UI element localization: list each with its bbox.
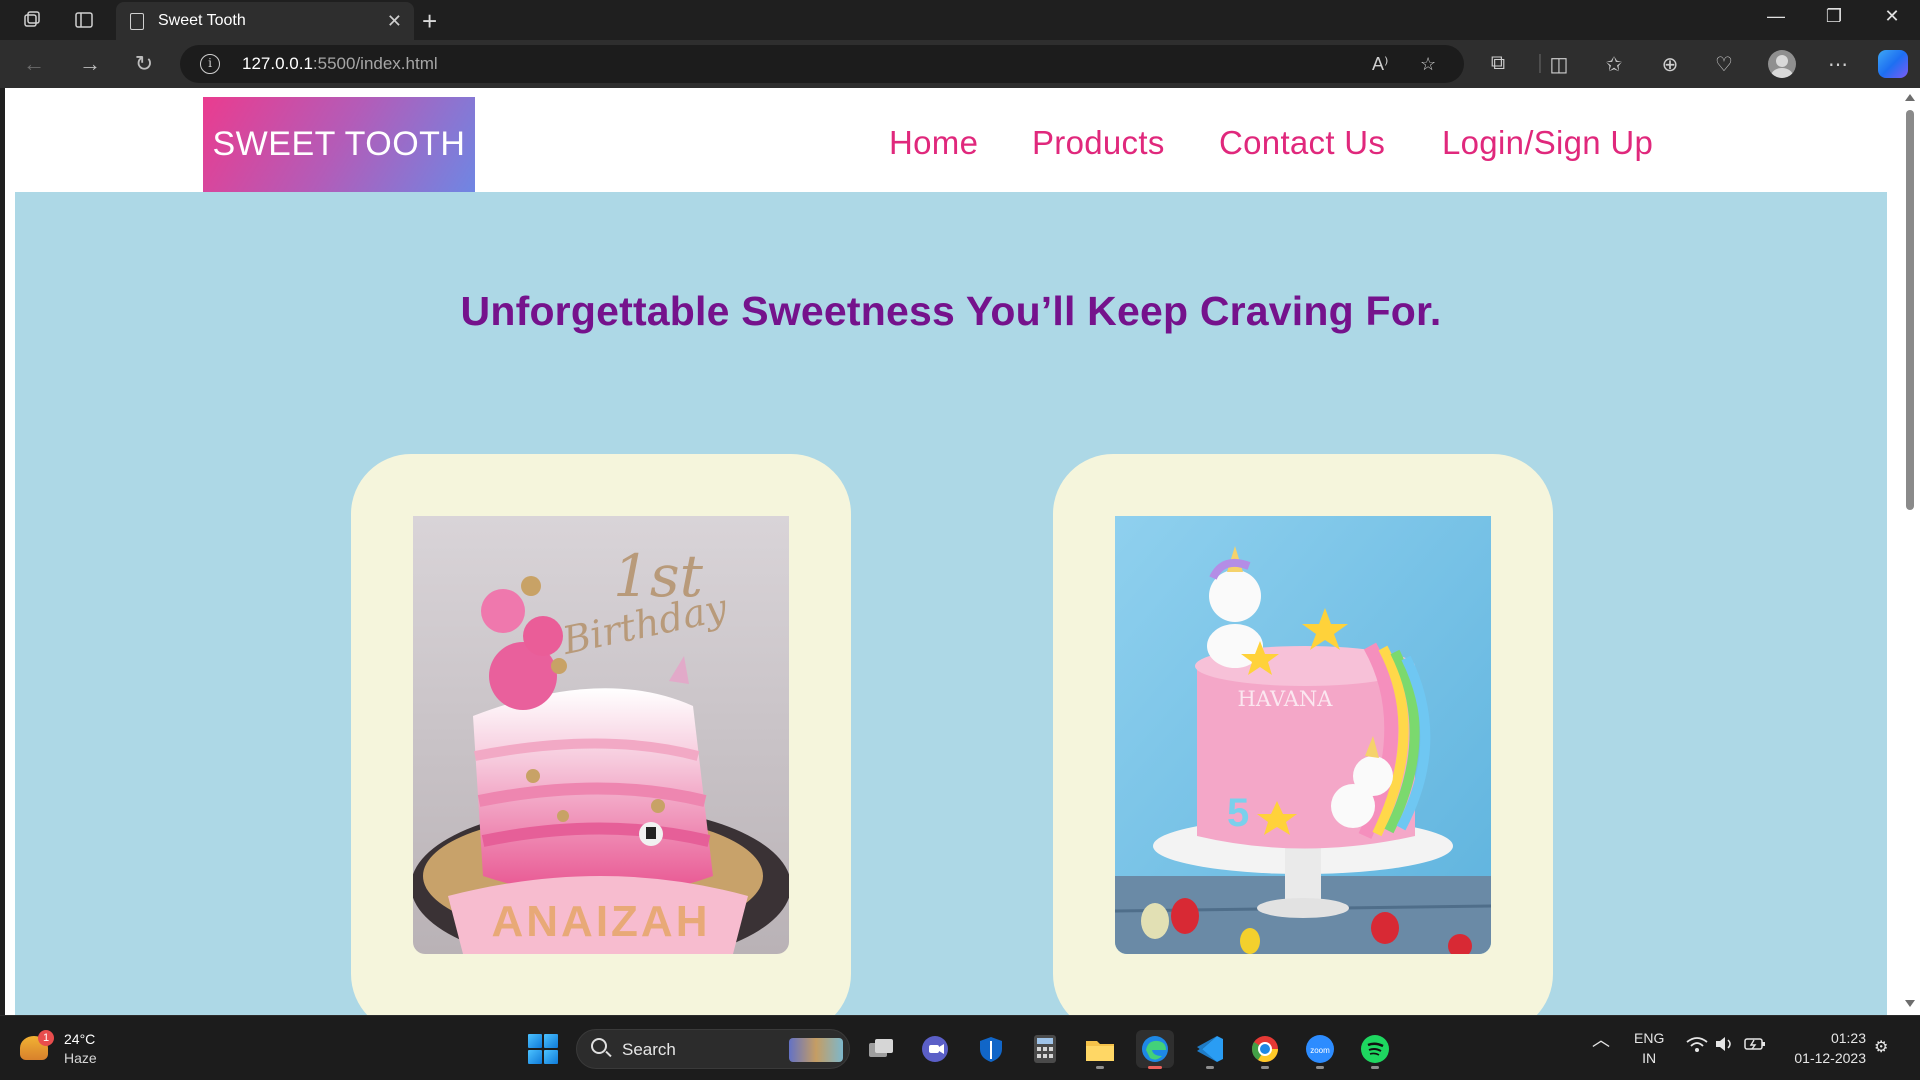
language-label: ENG — [1634, 1030, 1665, 1046]
edge-icon[interactable] — [1136, 1030, 1174, 1069]
search-highlight-image — [789, 1038, 843, 1062]
scroll-down-icon[interactable] — [1905, 1000, 1915, 1007]
running-indicator — [1096, 1066, 1104, 1069]
new-tab-icon[interactable]: + — [422, 6, 437, 37]
calculator-icon[interactable] — [1026, 1030, 1064, 1068]
scroll-up-icon[interactable] — [1905, 94, 1915, 101]
split-screen-icon[interactable]: ◫ — [1545, 52, 1573, 77]
favorites-icon[interactable]: ✩ — [1600, 52, 1628, 77]
running-indicator — [1316, 1066, 1324, 1069]
defender-icon[interactable] — [972, 1030, 1010, 1068]
cake-photo-unicorn: HAVANA 5 — [1115, 516, 1491, 954]
cake-number-text: 5 — [1227, 791, 1249, 835]
search-label: Search — [622, 1040, 676, 1059]
cake-banner-text: ANAIZAH — [492, 897, 711, 946]
site-header: SWEET TOOTH Home Products Contact Us Log… — [5, 88, 1900, 192]
extensions-icon[interactable]: ⧉ — [1484, 52, 1512, 75]
back-icon[interactable]: ← — [20, 50, 48, 78]
close-window-icon[interactable]: ✕ — [1872, 6, 1912, 27]
chrome-icon[interactable] — [1246, 1030, 1284, 1069]
cake-name-text: HAVANA — [1238, 687, 1334, 711]
clock-date: 01-12-2023 — [1794, 1050, 1866, 1066]
spotify-icon[interactable] — [1356, 1030, 1394, 1069]
tab-actions-icon[interactable] — [72, 8, 96, 32]
profile-avatar[interactable] — [1768, 50, 1796, 78]
svg-text:zoom: zoom — [1310, 1046, 1330, 1055]
more-options-icon[interactable]: ⋯ — [1824, 52, 1852, 77]
workspaces-icon[interactable] — [20, 8, 44, 32]
browser-essentials-icon[interactable]: ♡ — [1710, 52, 1738, 77]
wifi-icon[interactable] — [1686, 1036, 1708, 1057]
refresh-icon[interactable]: ↻ — [130, 50, 158, 78]
weather-badge: 1 — [38, 1030, 54, 1046]
hero-headline: Unforgettable Sweetness You’ll Keep Crav… — [460, 288, 1442, 334]
site-info-icon[interactable]: i — [200, 54, 220, 74]
forward-icon[interactable]: → — [76, 50, 104, 78]
weather-temp: 24°C — [64, 1031, 96, 1047]
url-text[interactable]: 127.0.0.1:5500/index.html — [242, 54, 438, 74]
favorite-star-icon[interactable]: ☆ — [1420, 54, 1436, 75]
browser-titlebar: Sweet Tooth ✕ + — ❐ ✕ — [0, 0, 1920, 40]
language-indicator[interactable]: ENG IN — [1634, 1028, 1664, 1068]
clock[interactable]: 01:23 01-12-2023 — [1786, 1028, 1866, 1068]
copilot-icon[interactable] — [1878, 50, 1908, 78]
nav-products[interactable]: Products — [1032, 124, 1165, 162]
task-view-icon[interactable] — [862, 1030, 900, 1068]
restore-icon[interactable]: ❐ — [1814, 6, 1854, 27]
scrollbar-thumb[interactable] — [1906, 110, 1914, 510]
region-label: IN — [1642, 1050, 1657, 1066]
weather-condition: Haze — [64, 1050, 97, 1066]
product-card[interactable]: HAVANA 5 — [1053, 454, 1553, 1015]
teams-chat-icon[interactable] — [916, 1030, 954, 1068]
clock-time: 01:23 — [1830, 1030, 1866, 1046]
nav-home[interactable]: Home — [889, 124, 978, 162]
battery-icon[interactable] — [1744, 1036, 1766, 1057]
nav-login-sign-up[interactable]: Login/Sign Up — [1442, 124, 1653, 162]
zoom-icon[interactable]: zoom — [1301, 1030, 1339, 1069]
close-tab-icon[interactable]: ✕ — [387, 11, 402, 32]
cake-photo-birthday: 1st Birthday ANAIZAH — [413, 516, 789, 954]
product-card[interactable]: 1st Birthday ANAIZAH — [351, 454, 851, 1015]
page-icon — [130, 12, 144, 30]
tab-sweet-tooth[interactable]: Sweet Tooth ✕ — [116, 2, 414, 40]
weather-widget[interactable]: 1 24°C Haze — [20, 1030, 110, 1070]
vscode-icon[interactable] — [1191, 1030, 1229, 1069]
page-scrollbar[interactable] — [1900, 88, 1920, 1015]
nav-contact-us[interactable]: Contact Us — [1219, 124, 1385, 162]
tab-title: Sweet Tooth — [158, 12, 246, 29]
search-icon — [591, 1038, 607, 1054]
running-indicator — [1371, 1066, 1379, 1069]
browser-toolbar: ← → ↻ i 127.0.0.1:5500/index.html A⁾ ☆ ⧉… — [0, 40, 1920, 88]
running-indicator — [1206, 1066, 1214, 1069]
address-bar[interactable]: i 127.0.0.1:5500/index.html A⁾ ☆ — [180, 45, 1464, 83]
taskbar-search[interactable]: Search — [576, 1029, 850, 1069]
file-explorer-icon[interactable] — [1081, 1030, 1119, 1069]
running-indicator — [1261, 1066, 1269, 1069]
volume-icon[interactable] — [1714, 1036, 1734, 1057]
hero-section: Unforgettable Sweetness You’ll Keep Crav… — [15, 192, 1887, 1015]
read-aloud-icon[interactable]: A⁾ — [1372, 54, 1388, 75]
notifications-icon[interactable]: ⚙ — [1874, 1038, 1888, 1058]
windows-taskbar: 1 24°C Haze Search zoom ︿ ENG IN 01:23 0… — [0, 1015, 1920, 1080]
active-indicator — [1148, 1066, 1162, 1069]
start-button-icon[interactable] — [528, 1034, 558, 1064]
collections-icon[interactable]: ⊕ — [1656, 52, 1684, 77]
page-viewport: SWEET TOOTH Home Products Contact Us Log… — [5, 88, 1900, 1015]
show-hidden-icons-icon[interactable]: ︿ — [1592, 1030, 1610, 1050]
minimize-icon[interactable]: — — [1756, 6, 1796, 27]
site-logo[interactable]: SWEET TOOTH — [203, 97, 475, 192]
